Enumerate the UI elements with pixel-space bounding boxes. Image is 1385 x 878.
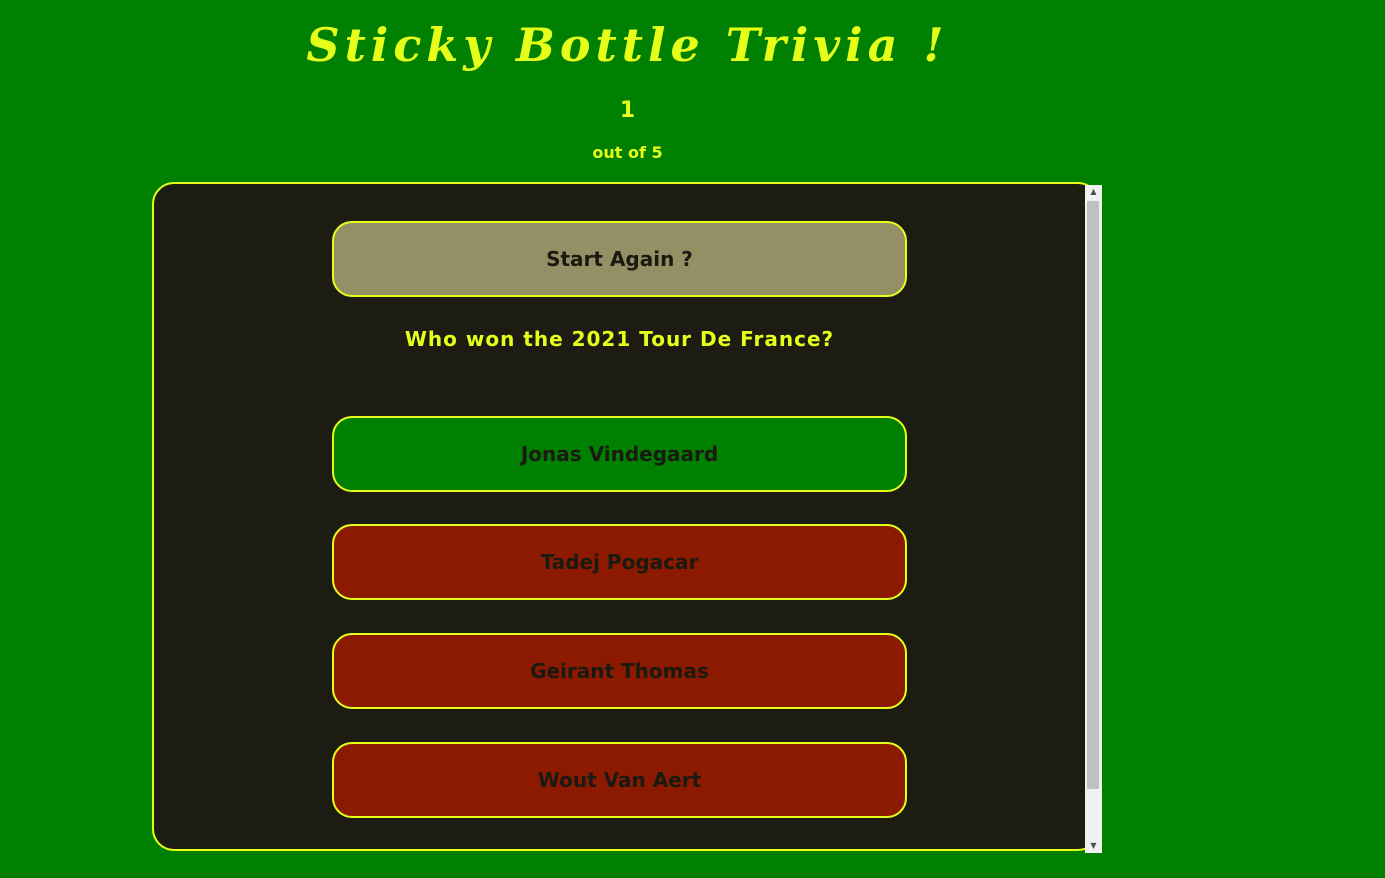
answer-button-wrong[interactable]: Geirant Thomas [332, 633, 907, 709]
score-total: out of 5 [592, 143, 663, 162]
answer-button-wrong[interactable]: Tadej Pogacar [332, 524, 907, 600]
scroll-down-arrow-icon[interactable]: ▼ [1085, 839, 1102, 853]
score-count: 1 [619, 98, 636, 123]
scroll-up-arrow-icon[interactable]: ▲ [1085, 185, 1102, 199]
scroll-thumb[interactable] [1087, 201, 1099, 789]
game-title: Sticky Bottle Trivia ! [306, 18, 949, 72]
answer-button-correct[interactable]: Jonas Vindegaard [332, 416, 907, 492]
panel-scrollbar[interactable]: ▲ ▼ [1085, 185, 1102, 853]
question-text: Who won the 2021 Tour De France? [404, 327, 835, 351]
start-again-button[interactable]: Start Again ? [332, 221, 907, 297]
answer-button-wrong[interactable]: Wout Van Aert [332, 742, 907, 818]
